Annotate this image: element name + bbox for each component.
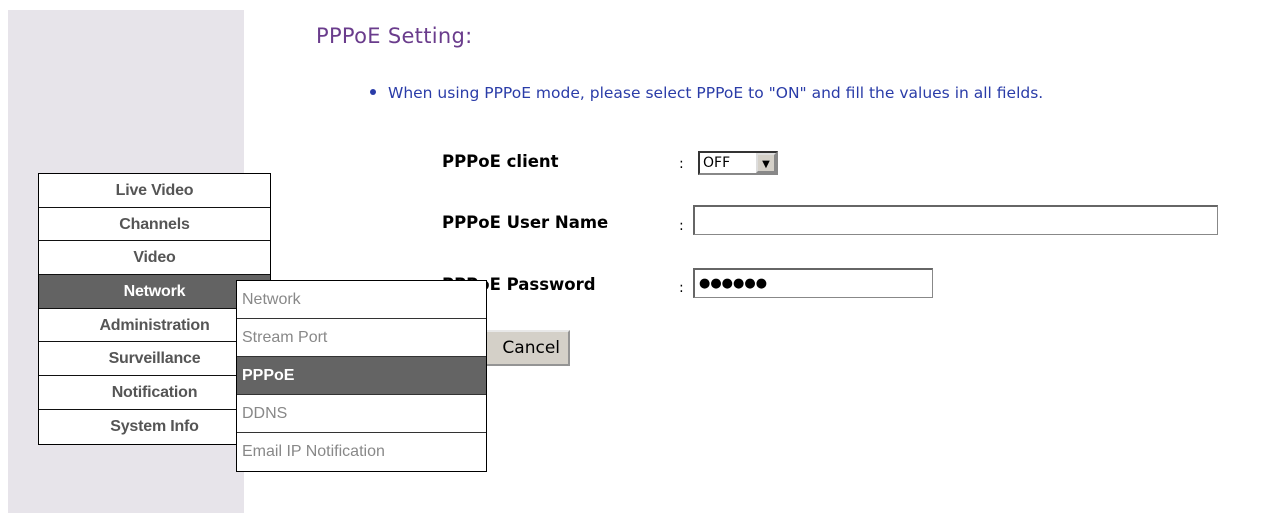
network-sub-menu: Network Stream Port PPPoE DDNS Email IP … xyxy=(236,280,487,472)
sub-item-email-ip-notification[interactable]: Email IP Notification xyxy=(237,433,486,471)
colon: : xyxy=(679,218,684,234)
pppoe-client-label: PPPoE client xyxy=(442,152,559,171)
menu-item-channels[interactable]: Channels xyxy=(39,208,270,242)
sub-item-ddns[interactable]: DDNS xyxy=(237,395,486,433)
menu-item-live-video[interactable]: Live Video xyxy=(39,174,270,208)
password-mask: ●●●●●● xyxy=(699,276,768,291)
colon: : xyxy=(679,156,684,172)
menu-item-video[interactable]: Video xyxy=(39,241,270,276)
pppoe-client-select[interactable]: OFF ▼ xyxy=(698,151,778,175)
colon: : xyxy=(679,280,684,296)
bullet-icon xyxy=(370,88,376,95)
pppoe-client-value: OFF xyxy=(703,155,731,171)
chevron-down-icon[interactable]: ▼ xyxy=(756,153,776,173)
instruction-text: When using PPPoE mode, please select PPP… xyxy=(370,84,1043,102)
sub-item-network[interactable]: Network xyxy=(237,281,486,319)
sub-item-stream-port[interactable]: Stream Port xyxy=(237,319,486,357)
pppoe-username-label: PPPoE User Name xyxy=(442,213,609,232)
sub-item-pppoe[interactable]: PPPoE xyxy=(237,357,486,395)
instruction-label: When using PPPoE mode, please select PPP… xyxy=(388,84,1044,102)
pppoe-password-input[interactable]: ●●●●●● xyxy=(693,268,933,298)
pppoe-username-input[interactable] xyxy=(693,205,1218,235)
cancel-button[interactable]: Cancel xyxy=(476,330,570,366)
page-title: PPPoE Setting: xyxy=(316,24,473,48)
